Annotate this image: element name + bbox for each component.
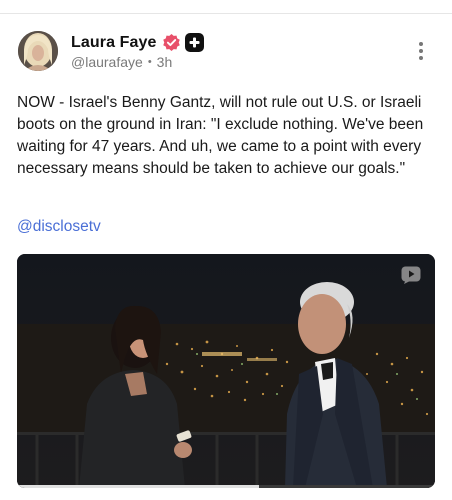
video-frame <box>17 254 435 488</box>
video-player[interactable] <box>17 254 435 488</box>
avatar-image <box>18 31 58 71</box>
author-row: Laura Faye <box>71 33 205 52</box>
author-name[interactable]: Laura Faye <box>71 34 156 52</box>
plus-badge-icon <box>185 33 205 52</box>
mention-link[interactable]: @disclosetv <box>17 218 101 236</box>
verified-badge-icon <box>163 33 181 52</box>
video-play-icon[interactable] <box>401 266 421 284</box>
post-time[interactable]: 3h <box>157 54 173 70</box>
video-progress-bar[interactable] <box>17 485 435 488</box>
top-divider <box>0 13 452 14</box>
post-meta: @laurafaye • 3h <box>71 54 172 70</box>
video-progress-fill <box>17 485 260 488</box>
author-handle[interactable]: @laurafaye <box>71 54 143 70</box>
more-vertical-icon[interactable] <box>416 42 426 64</box>
post-text: NOW - Israel's Benny Gantz, will not rul… <box>17 94 424 177</box>
avatar[interactable] <box>18 31 58 71</box>
meta-separator: • <box>147 56 152 68</box>
